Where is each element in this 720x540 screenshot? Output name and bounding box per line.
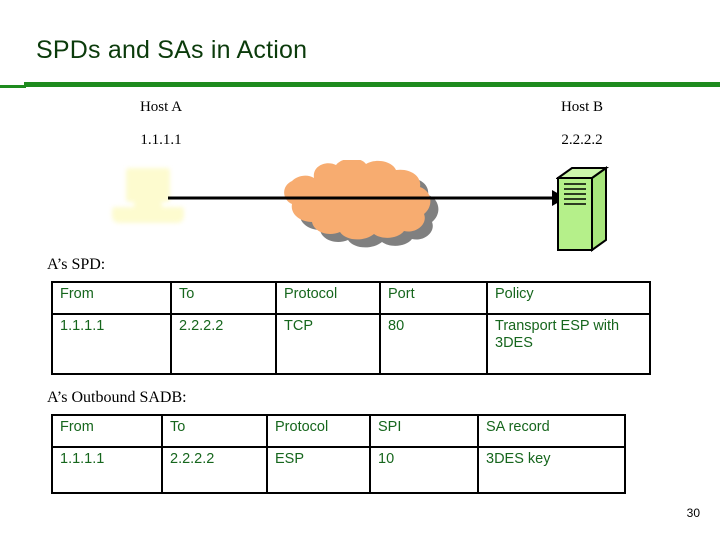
spd-header-protocol: Protocol [275,281,381,315]
sadb-header-to: To [161,414,268,448]
sadb-cell-to: 2.2.2.2 [161,446,268,494]
spd-header-port: Port [379,281,488,315]
host-b-ip-label: 2.2.2.2 [561,132,603,148]
sadb-header-from: From [51,414,163,448]
sadb-header-sa-record: SA record [477,414,626,448]
table-header-row: From To Protocol SPI SA record [51,414,626,448]
spd-cell-from: 1.1.1.1 [51,313,172,375]
table-row: 1.1.1.1 2.2.2.2 TCP 80 Transport ESP wit… [51,313,651,375]
host-a-label: Host A [139,99,183,115]
sadb-caption: A’s Outbound SADB: [47,389,187,406]
sadb-cell-sa-record: 3DES key [477,446,626,494]
sadb-table: From To Protocol SPI SA record 1.1.1.1 2… [51,414,626,494]
server-icon [556,166,610,252]
sadb-header-protocol: Protocol [266,414,371,448]
table-row: 1.1.1.1 2.2.2.2 ESP 10 3DES key [51,446,626,494]
sadb-header-spi: SPI [369,414,479,448]
spd-header-from: From [51,281,172,315]
spd-header-to: To [170,281,277,315]
table-header-row: From To Protocol Port Policy [51,281,651,315]
spd-cell-protocol: TCP [275,313,381,375]
spd-cell-port: 80 [379,313,488,375]
spd-table: From To Protocol Port Policy 1.1.1.1 2.2… [51,281,651,375]
arrow-right-icon [168,190,566,206]
spd-caption: A’s SPD: [47,256,106,273]
network-diagram: Host A 1.1.1.1 Host B 2.2.2.2 [0,0,720,252]
page-number: 30 [686,506,700,520]
sadb-cell-from: 1.1.1.1 [51,446,163,494]
spd-cell-policy: Transport ESP with 3DES [486,313,651,375]
sadb-cell-protocol: ESP [266,446,371,494]
host-b-label: Host B [560,99,604,115]
spd-cell-to: 2.2.2.2 [170,313,277,375]
spd-header-policy: Policy [486,281,651,315]
sadb-cell-spi: 10 [369,446,479,494]
host-a-ip-label: 1.1.1.1 [140,132,182,148]
